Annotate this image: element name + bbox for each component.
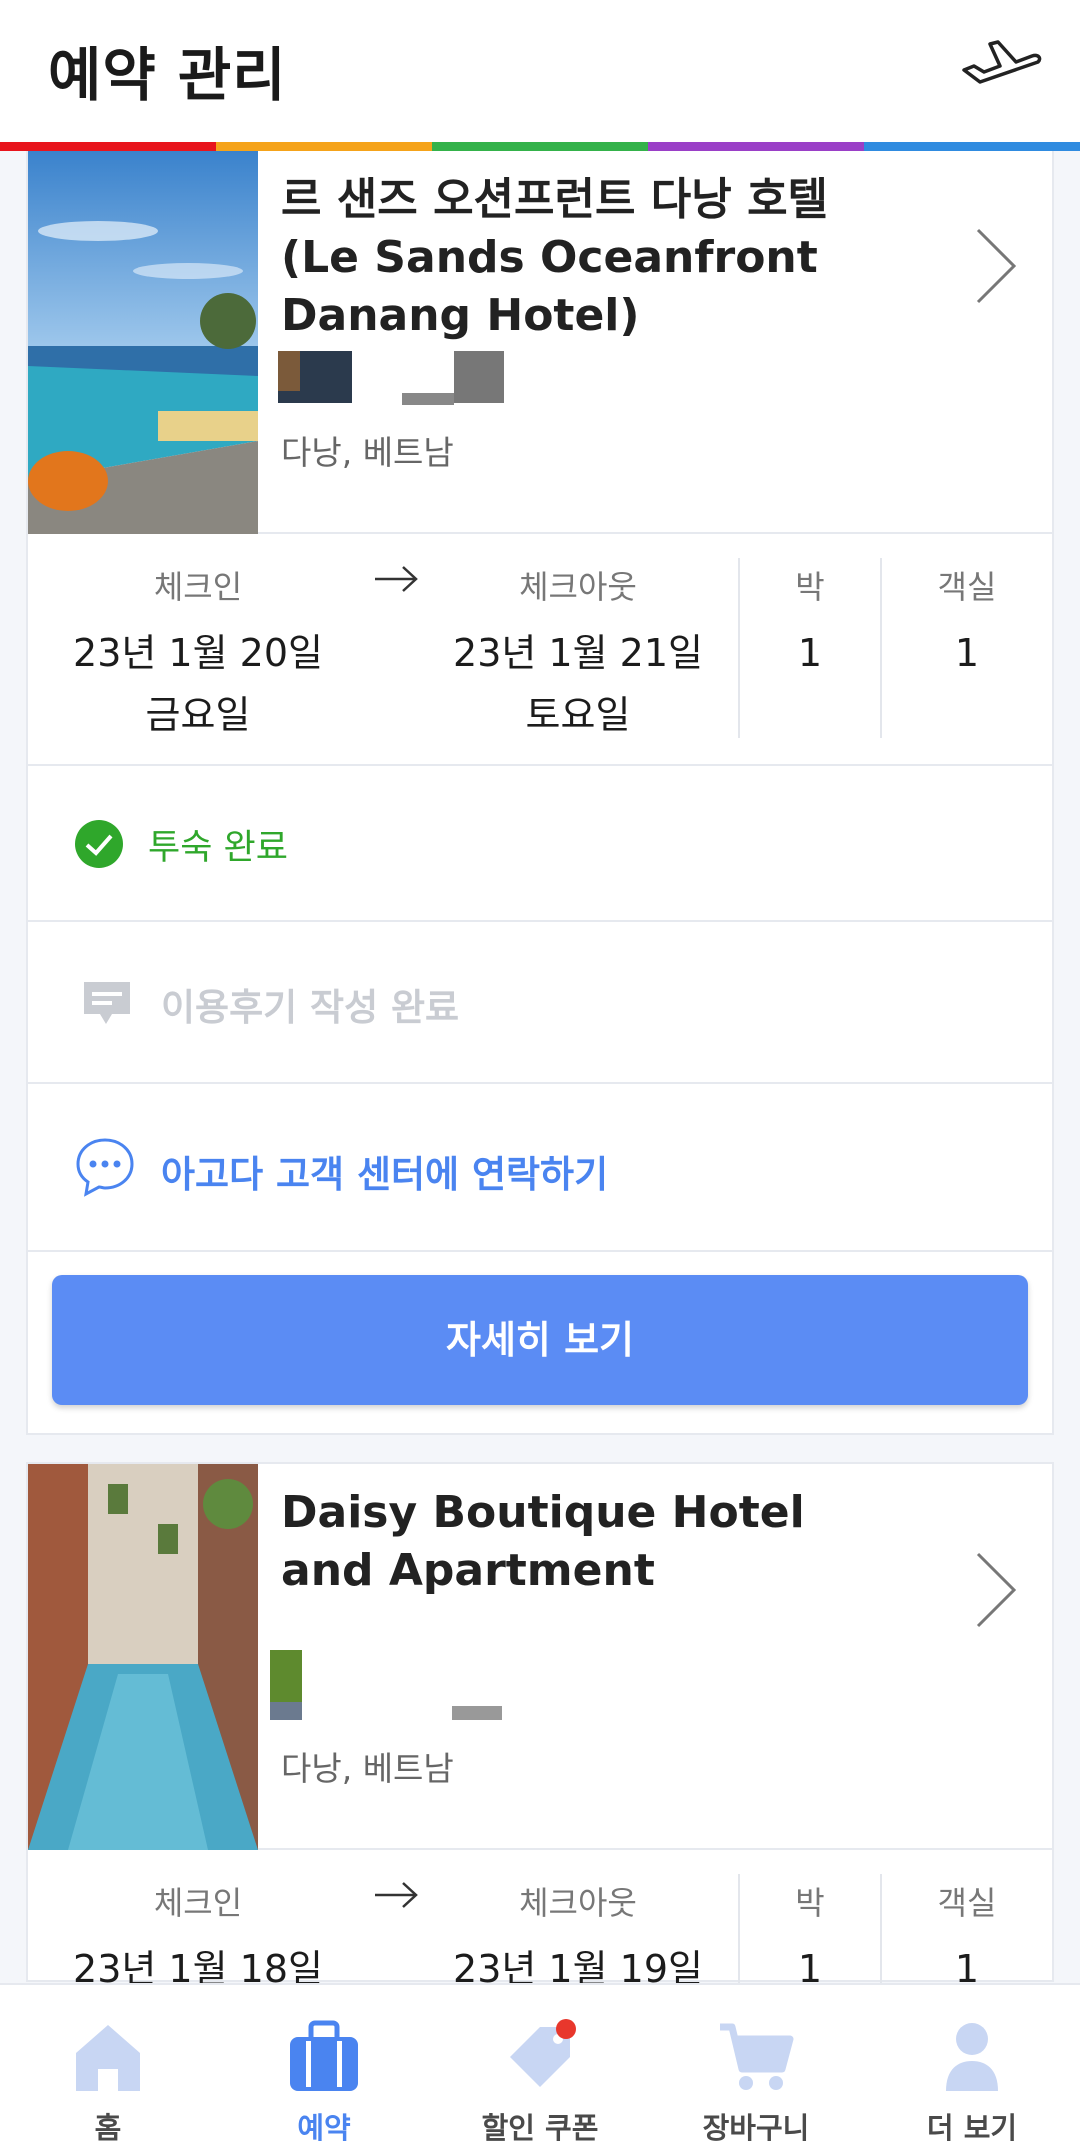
nav-label: 예약: [297, 2111, 351, 2145]
hotel-name[interactable]: Daisy Boutique Hotel and Apartment: [281, 1484, 901, 1600]
hotel-summary[interactable]: 르 샌즈 오션프런트 다낭 호텔 (Le Sands Oceanfront Da…: [28, 151, 1052, 534]
checkin-block: 체크인 23년 1월 18일: [48, 1878, 348, 2000]
rooms-label: 객실: [937, 568, 997, 606]
nav-label: 홈: [94, 2111, 122, 2145]
view-details-button[interactable]: 자세히 보기: [52, 1275, 1028, 1405]
stay-dates: 체크인 23년 1월 20일 금요일 체크아웃 23년 1월 21일 토요일 박…: [28, 534, 1052, 764]
hotel-photo: [28, 151, 258, 534]
nights-value: 1: [797, 631, 823, 675]
rooms-block: 객실 1: [882, 562, 1052, 684]
home-icon: [76, 2025, 140, 2091]
checkout-block: 체크아웃 23년 1월 19일: [428, 1878, 728, 2000]
hotel-location: 다낭, 베트남: [281, 1749, 454, 1788]
brand-rainbow-bar: [0, 142, 1080, 151]
app-header: 예약 관리: [0, 0, 1080, 142]
review-row: 이용후기 작성 완료: [28, 920, 1052, 1082]
rooms-label: 객실: [937, 1884, 997, 1922]
arrow-right-icon: [375, 1882, 418, 1908]
review-icon: [84, 982, 130, 1024]
tag-icon: [510, 2019, 576, 2087]
chevron-right-icon[interactable]: [970, 1550, 1020, 1630]
rooms-block: 객실 1: [882, 1878, 1052, 2000]
nav-item-coupons[interactable]: 할인 쿠폰: [432, 1985, 648, 2153]
nights-label: 박: [795, 1884, 825, 1922]
status-row: 투숙 완료: [28, 764, 1052, 920]
checkin-date: 23년 1월 20일 금요일: [73, 631, 323, 737]
hotel-location: 다낭, 베트남: [281, 433, 454, 472]
arrow-right-icon: [375, 566, 418, 592]
hotel-summary[interactable]: Daisy Boutique Hotel and Apartment 다낭, 베…: [28, 1464, 1052, 1850]
divider: [28, 1250, 1052, 1252]
booking-card: Daisy Boutique Hotel and Apartment 다낭, 베…: [26, 1462, 1054, 2054]
nav-label: 할인 쿠폰: [481, 2111, 599, 2145]
rooms-value: 1: [954, 631, 980, 675]
contact-support-link[interactable]: 아고다 고객 센터에 연락하기: [161, 1144, 608, 1198]
stay-dates: 체크인 23년 1월 18일 체크아웃 23년 1월 19일 박 1 객실 1: [28, 1850, 1052, 2054]
bottom-navigation: 홈 예약 할인 쿠폰 장바구니 더 보기: [0, 1983, 1080, 2153]
contact-row[interactable]: 아고다 고객 센터에 연락하기: [28, 1082, 1052, 1250]
checkout-date: 23년 1월 21일 토요일: [453, 631, 703, 737]
check-circle-icon: [75, 820, 123, 868]
checkin-block: 체크인 23년 1월 20일 금요일: [48, 562, 348, 746]
review-status: 이용후기 작성 완료: [161, 986, 460, 1029]
chevron-right-icon[interactable]: [970, 226, 1020, 306]
chat-bubble-icon: [76, 1138, 134, 1197]
nav-item-home[interactable]: 홈: [0, 1985, 216, 2153]
nav-item-cart[interactable]: 장바구니: [648, 1985, 864, 2153]
nav-label: 더 보기: [926, 2111, 1018, 2145]
nav-label: 장바구니: [702, 2111, 810, 2145]
briefcase-icon: [290, 2020, 358, 2091]
nav-item-more[interactable]: 더 보기: [864, 1985, 1080, 2153]
hotel-name[interactable]: 르 샌즈 오션프런트 다낭 호텔 (Le Sands Oceanfront Da…: [281, 171, 901, 345]
person-icon: [946, 2023, 998, 2091]
checkout-block: 체크아웃 23년 1월 21일 토요일: [428, 562, 728, 746]
nights-block: 박 1: [740, 1878, 880, 2000]
checkin-label: 체크인: [153, 568, 243, 606]
checkin-label: 체크인: [153, 1884, 243, 1922]
checkout-label: 체크아웃: [519, 568, 637, 606]
hotel-photo: [28, 1464, 258, 1850]
nav-item-bookings[interactable]: 예약: [216, 1985, 432, 2153]
airplane-icon[interactable]: [960, 32, 1042, 88]
cart-icon: [720, 2023, 794, 2090]
stay-status: 투숙 완료: [148, 828, 288, 868]
page-title: 예약 관리: [48, 41, 287, 109]
nights-label: 박: [795, 568, 825, 606]
checkout-label: 체크아웃: [519, 1884, 637, 1922]
nights-block: 박 1: [740, 562, 880, 684]
booking-card: 르 샌즈 오션프런트 다낭 호텔 (Le Sands Oceanfront Da…: [26, 151, 1054, 1435]
